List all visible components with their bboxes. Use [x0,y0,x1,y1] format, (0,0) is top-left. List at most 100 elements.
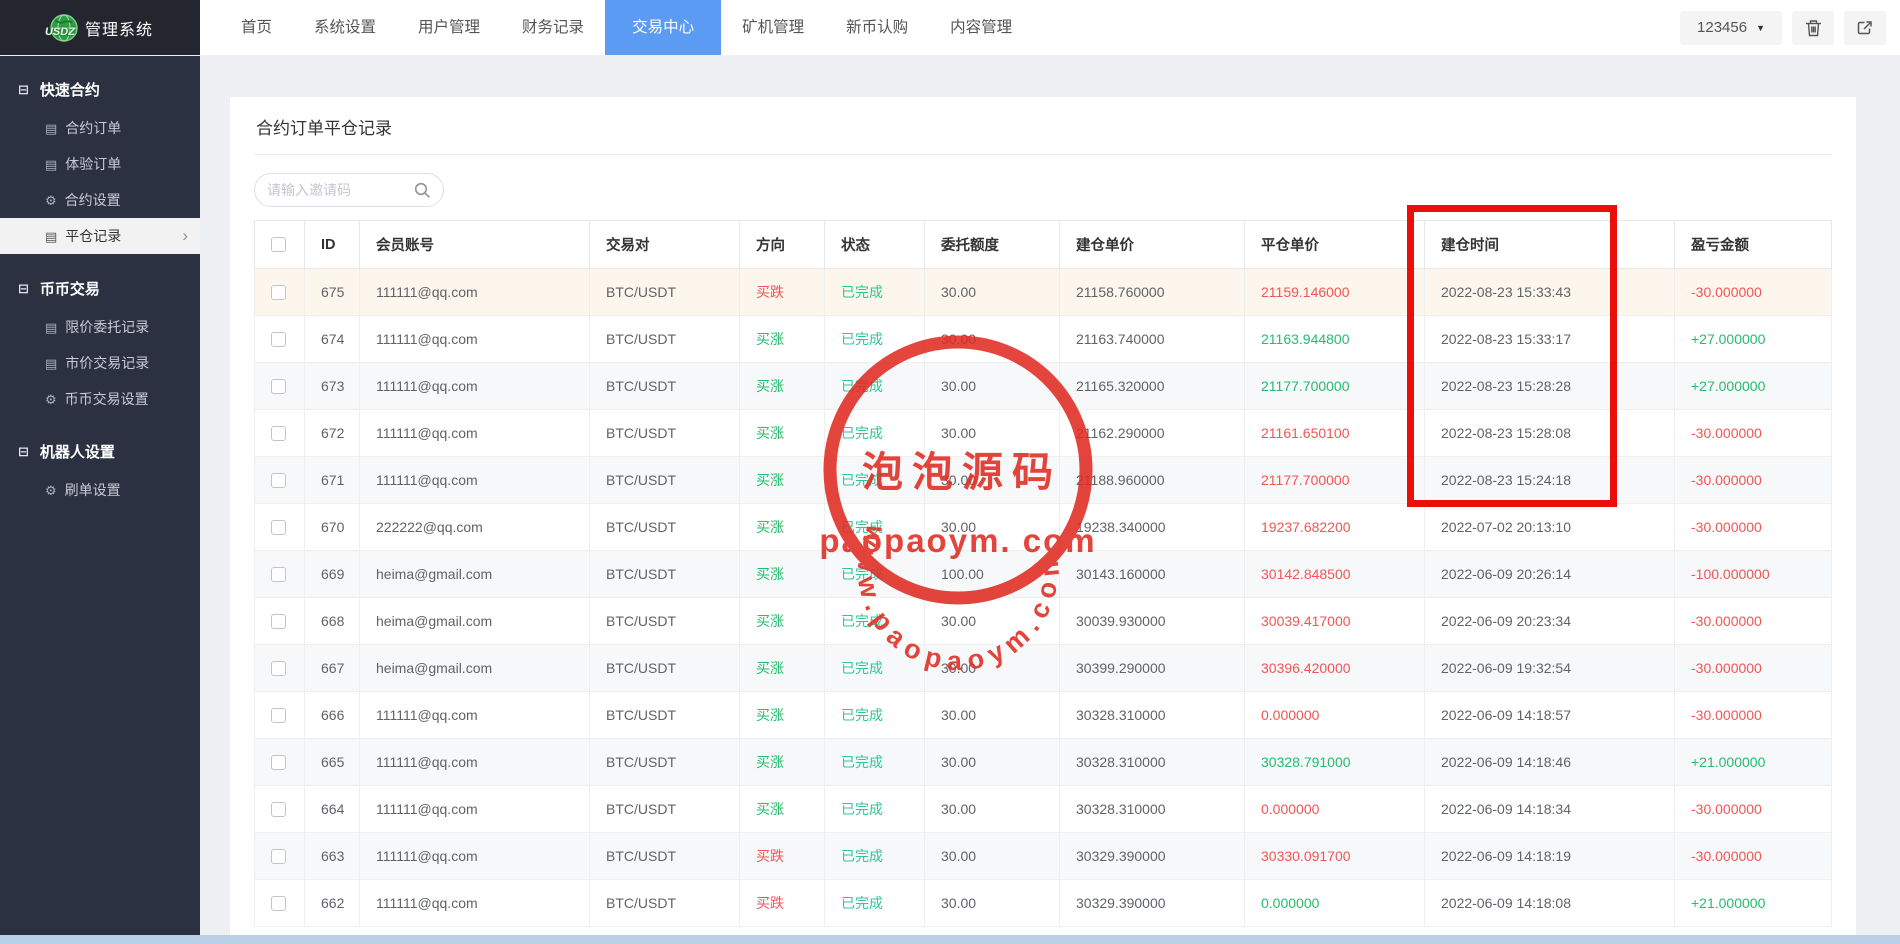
list-icon: ▤ [45,320,58,335]
cell-amount: 30.00 [924,315,1060,363]
cell-pair: BTC/USDT [589,268,740,316]
cell-checkbox [254,315,305,363]
sidebar-section-1[interactable]: ⊟ 快速合约 [0,55,200,110]
row-checkbox[interactable] [271,754,286,770]
cell-checkbox [254,597,305,645]
search-icon[interactable] [414,182,431,199]
sidebar-section-2[interactable]: ⊟ 币币交易 [0,254,200,309]
logout-button[interactable] [1844,10,1886,45]
cell-pair: BTC/USDT [589,879,740,927]
row-checkbox[interactable] [271,284,286,300]
nav-item-3[interactable]: 用户管理 [397,0,501,55]
cell-checkbox [254,503,305,551]
row-checkbox[interactable] [271,895,286,911]
cell-amount: 30.00 [924,456,1060,504]
row-checkbox[interactable] [271,519,286,535]
nav-item-6[interactable]: 矿机管理 [721,0,825,55]
cell-close-price: 0.000000 [1244,785,1425,833]
cell-amount: 100.00 [924,550,1060,598]
cell-id: 675 [304,268,360,316]
cell-account: 111111@qq.com [359,409,590,457]
sidebar-item-3-1[interactable]: ⚙ 刷单设置 [0,472,200,508]
row-checkbox[interactable] [271,472,286,488]
cell-status: 已完成 [824,832,925,880]
cell-close-price: 21177.700000 [1244,362,1425,410]
sidebar-section-label: 币币交易 [39,281,100,298]
cell-account: 111111@qq.com [359,315,590,363]
column-header-5: 状态 [824,220,925,269]
invite-code-search-input[interactable] [267,182,414,198]
cell-open-price: 21165.320000 [1059,362,1245,410]
nav-item-5[interactable]: 交易中心 [605,0,722,55]
row-checkbox[interactable] [271,848,286,864]
cell-account: 111111@qq.com [359,832,590,880]
cell-account: heima@gmail.com [359,644,590,692]
app-logo: USDZ 管理系统 [0,0,200,55]
row-checkbox[interactable] [271,707,286,723]
row-checkbox[interactable] [271,378,286,394]
row-checkbox[interactable] [271,801,286,817]
gear-icon: ⚙ [45,392,57,407]
cell-status: 已完成 [824,691,925,739]
cell-open-price: 30143.160000 [1059,550,1245,598]
table-row: 674 111111@qq.com BTC/USDT 买涨 已完成 30.00 21163.… [254,315,1832,363]
cell-direction: 买涨 [739,738,825,786]
cell-account: 111111@qq.com [359,879,590,927]
cell-status: 已完成 [824,738,925,786]
page-title: 合约订单平仓记录 [254,97,1832,155]
cell-status: 已完成 [824,597,925,645]
cell-open-time: 2022-08-23 15:28:08 [1424,409,1675,457]
row-checkbox[interactable] [271,613,286,629]
nav-item-4[interactable]: 财务记录 [501,0,605,55]
select-all-header-cell [254,220,305,269]
sidebar-item-label: 体验订单 [65,156,122,172]
sidebar-item-2-3[interactable]: ⚙ 币币交易设置 [0,381,200,417]
collapse-icon: ⊟ [18,281,29,296]
clear-cache-button[interactable] [1792,10,1834,45]
horizontal-scrollbar[interactable] [0,935,1900,944]
cell-pnl: -30.000000 [1674,456,1832,504]
cell-pair: BTC/USDT [589,644,740,692]
cell-id: 664 [304,785,360,833]
user-dropdown-button[interactable]: 123456 ▼ [1680,10,1782,45]
sidebar-item-1-2[interactable]: ▤ 体验订单 [0,146,200,182]
sidebar-item-1-1[interactable]: ▤ 合约订单 [0,110,200,146]
nav-item-8[interactable]: 内容管理 [929,0,1033,55]
table-row: 664 111111@qq.com BTC/USDT 买涨 已完成 30.00 30328.… [254,785,1832,833]
sidebar-item-2-1[interactable]: ▤ 限价委托记录 [0,309,200,345]
cell-status: 已完成 [824,644,925,692]
row-checkbox[interactable] [271,566,286,582]
sidebar-item-label: 平仓记录 [65,228,122,244]
select-all-checkbox[interactable] [271,237,286,252]
row-checkbox[interactable] [271,425,286,441]
trash-icon [1805,19,1822,37]
cell-checkbox [254,409,305,457]
cell-close-price: 30328.791000 [1244,738,1425,786]
table-row: 668 heima@gmail.com BTC/USDT 买涨 已完成 30.00 3003… [254,597,1832,645]
sidebar-item-2-2[interactable]: ▤ 市价交易记录 [0,345,200,381]
cell-amount: 30.00 [924,597,1060,645]
main-area: 合约订单平仓记录 ID会员账号交易对方向状态委托额度建仓单价平仓单价建仓时间盈亏… [200,55,1900,935]
sidebar-item-1-3[interactable]: ⚙ 合约设置 [0,182,200,218]
cell-id: 666 [304,691,360,739]
cell-account: heima@gmail.com [359,550,590,598]
cell-direction: 买跌 [739,832,825,880]
cell-checkbox [254,832,305,880]
cell-direction: 买跌 [739,268,825,316]
topbar-right: 123456 ▼ [1680,0,1900,55]
cell-amount: 30.00 [924,879,1060,927]
cell-open-time: 2022-08-23 15:33:43 [1424,268,1675,316]
nav-item-2[interactable]: 系统设置 [293,0,397,55]
sidebar-item-1-4[interactable]: ▤ 平仓记录 › [0,218,200,254]
nav-item-1[interactable]: 首页 [220,0,293,55]
sidebar-section-3[interactable]: ⊟ 机器人设置 [0,417,200,472]
row-checkbox[interactable] [271,660,286,676]
cell-id: 672 [304,409,360,457]
table-row: 675 111111@qq.com BTC/USDT 买跌 已完成 30.00 21158.… [254,268,1832,316]
nav-item-7[interactable]: 新币认购 [825,0,929,55]
row-checkbox[interactable] [271,331,286,347]
cell-close-price: 30142.848500 [1244,550,1425,598]
cell-status: 已完成 [824,785,925,833]
column-header-8: 平仓单价 [1244,220,1425,269]
column-header-4: 方向 [739,220,825,269]
